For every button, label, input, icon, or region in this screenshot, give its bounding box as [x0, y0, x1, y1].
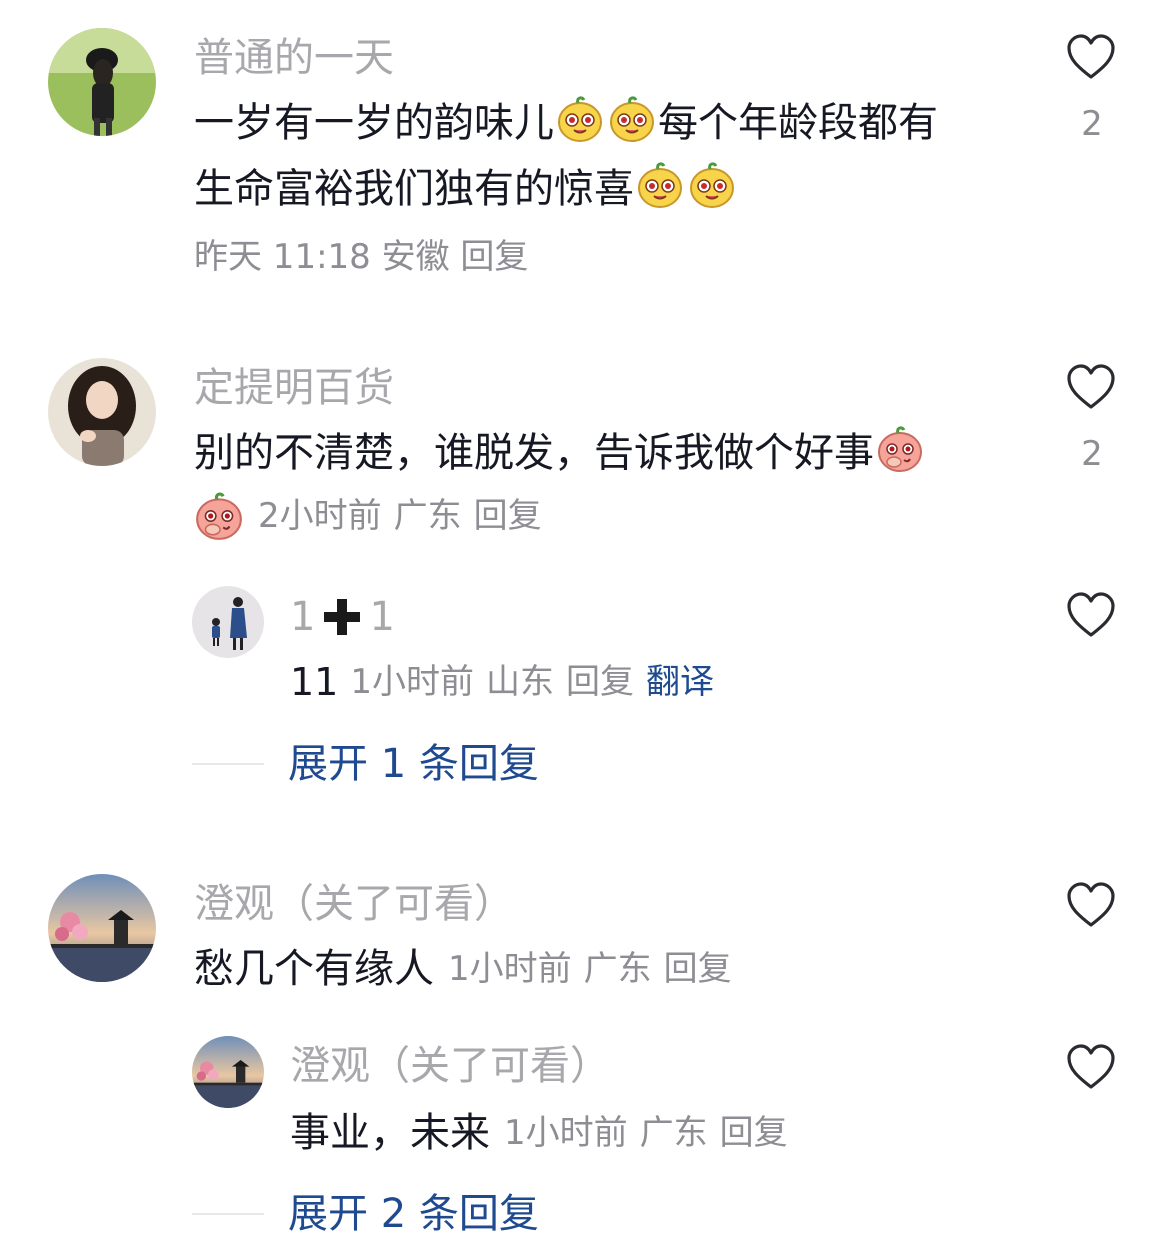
reply-username-part: 1 [369, 594, 395, 640]
reply-time: 1小时前 [504, 1113, 628, 1153]
avatar[interactable] [48, 28, 156, 136]
reply-button[interactable]: 回复 [720, 1116, 788, 1150]
avatar-photo-lake-pavilion-sunset [48, 874, 156, 982]
like-button[interactable] [1066, 364, 1116, 414]
reply-content-row: 11 1小时前 山东 回复 翻译 [290, 660, 714, 704]
comment-text-part: 一岁有一岁的韵味儿 [194, 100, 554, 146]
avatar-photo-woman-in-park [48, 28, 156, 136]
comment-content-row: 愁几个有缘人 1小时前 广东 回复 [194, 944, 732, 994]
comment-username[interactable]: 普通的一天 [194, 38, 394, 78]
comment-text: 愁几个有缘人 [194, 946, 434, 992]
comment-time: 1小时前 [448, 949, 572, 989]
like-button[interactable] [1066, 34, 1116, 84]
avatar[interactable] [48, 358, 156, 466]
heart-icon [1067, 364, 1115, 409]
comment-username[interactable]: 澄观（关了可看） [194, 884, 514, 924]
comment-text-part: 别的不清楚，谁脱发，告诉我做个好事 [194, 430, 874, 476]
yellow-blob-emoji-icon [637, 162, 683, 209]
expand-replies-button[interactable]: 展开 1 条回复 [288, 744, 539, 784]
comment-text-part: 每个年龄段都有 [658, 100, 938, 146]
reply-button[interactable]: 回复 [566, 665, 634, 699]
pink-blushing-emoji-icon [877, 426, 923, 473]
reply-time: 1小时前 [350, 662, 474, 702]
comment-username[interactable]: 定提明百货 [194, 368, 394, 408]
like-button[interactable] [1066, 592, 1116, 642]
heart-icon [1067, 34, 1115, 79]
expand-replies-button[interactable]: 展开 2 条回复 [288, 1194, 539, 1234]
comment-text-part: 生命富裕我们独有的惊喜 [194, 166, 634, 212]
reply-location: 广东 [639, 1113, 708, 1153]
comment-time: 2小时前 [258, 496, 382, 536]
reply-button[interactable]: 回复 [664, 952, 732, 986]
comment-location: 广东 [583, 949, 652, 989]
heart-icon [1067, 592, 1115, 637]
comment-meta: 2小时前 广东 回复 [194, 490, 542, 542]
comment-meta: 昨天 11:18 安徽 回复 [194, 240, 528, 274]
divider [192, 1213, 264, 1215]
reply-avatar[interactable] [192, 1036, 264, 1108]
heart-icon [1067, 1044, 1115, 1089]
like-count: 2 [1081, 104, 1103, 144]
reply-text: 事业，未来 [290, 1110, 490, 1156]
reply-username-part: 1 [290, 594, 316, 640]
comment-text: 别的不清楚，谁脱发，告诉我做个好事 [194, 420, 1014, 486]
avatar[interactable] [48, 874, 156, 982]
avatar-photo-lake-pavilion-sunset [192, 1036, 264, 1108]
reply-content-row: 事业，未来 1小时前 广东 回复 [290, 1108, 788, 1158]
reply-avatar[interactable] [192, 586, 264, 658]
comment-text: 一岁有一岁的韵味儿 每个年龄段都有 生命富裕我们独有的惊喜 [194, 90, 1014, 222]
pink-blushing-emoji-icon [195, 492, 243, 541]
avatar-illustration-mother-child [192, 586, 264, 658]
yellow-blob-emoji-icon [689, 162, 735, 209]
reply-username[interactable]: 澄观（关了可看） [290, 1046, 610, 1086]
heart-icon [1067, 882, 1115, 927]
reply-location: 山东 [486, 662, 554, 702]
like-count: 2 [1081, 434, 1103, 474]
yellow-blob-emoji-icon [609, 96, 655, 143]
plus-icon [324, 599, 361, 635]
comment-location: 广东 [393, 496, 462, 536]
like-button[interactable] [1066, 1044, 1116, 1094]
translate-button[interactable]: 翻译 [646, 665, 714, 699]
reply-button[interactable]: 回复 [460, 237, 528, 277]
comment-location: 安徽 [381, 237, 450, 277]
reply-button[interactable]: 回复 [474, 499, 542, 533]
comment-time: 昨天 11:18 [194, 237, 371, 277]
reply-text: 11 [290, 660, 339, 704]
avatar-photo-curly-hair-woman [48, 358, 156, 466]
reply-username[interactable]: 1 1 [290, 596, 395, 638]
divider [192, 763, 264, 765]
yellow-blob-emoji-icon [557, 96, 603, 143]
like-button[interactable] [1066, 882, 1116, 932]
